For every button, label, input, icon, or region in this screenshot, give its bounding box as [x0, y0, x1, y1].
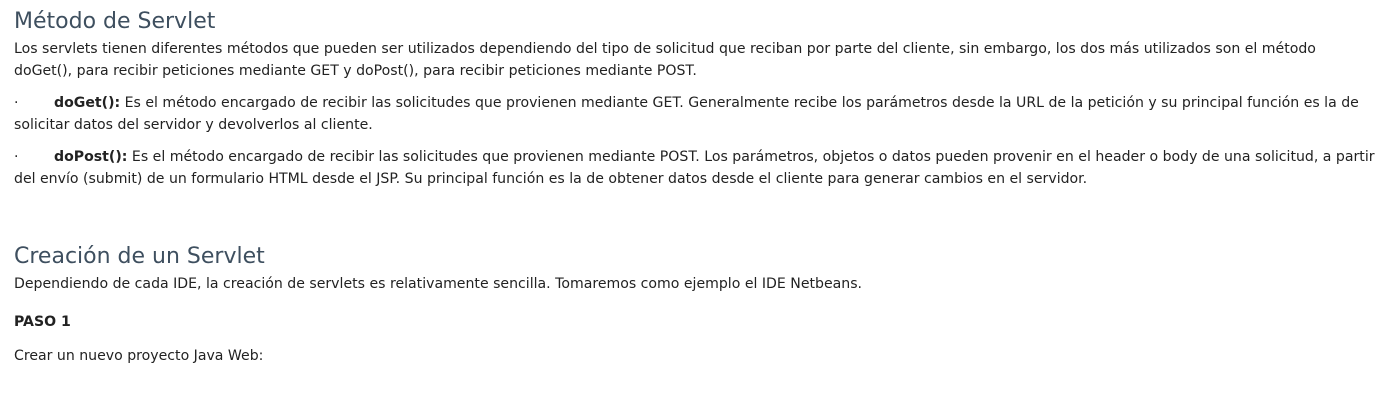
section-intro-paragraph: Dependiendo de cada IDE, la creación de …: [14, 276, 863, 292]
section-title-creacion-servlet: Creación de un Servlet: [14, 244, 265, 269]
bullet-term: doGet():: [54, 95, 121, 111]
section-title-metodo-servlet: Método de Servlet: [14, 9, 216, 34]
step-label: PASO 1: [14, 314, 71, 330]
section-intro-paragraph: Los servlets tienen diferentes métodos q…: [14, 41, 1316, 79]
bullet-marker: ·: [14, 149, 19, 165]
bullet-text: Es el método encargado de recibir las so…: [14, 149, 1375, 187]
bullet-text: Es el método encargado de recibir las so…: [14, 95, 1359, 133]
bullet-term: doPost():: [54, 149, 128, 165]
bullet-marker: ·: [14, 95, 19, 111]
step-text: Crear un nuevo proyecto Java Web:: [14, 348, 264, 364]
article-content: Método de Servlet Los servlets tienen di…: [0, 8, 1390, 367]
bullet-item-dopost: · doPost(): Es el método encargado de rec…: [14, 146, 1376, 190]
bullet-item-doget: · doGet(): Es el método encargado de reci…: [14, 92, 1376, 136]
